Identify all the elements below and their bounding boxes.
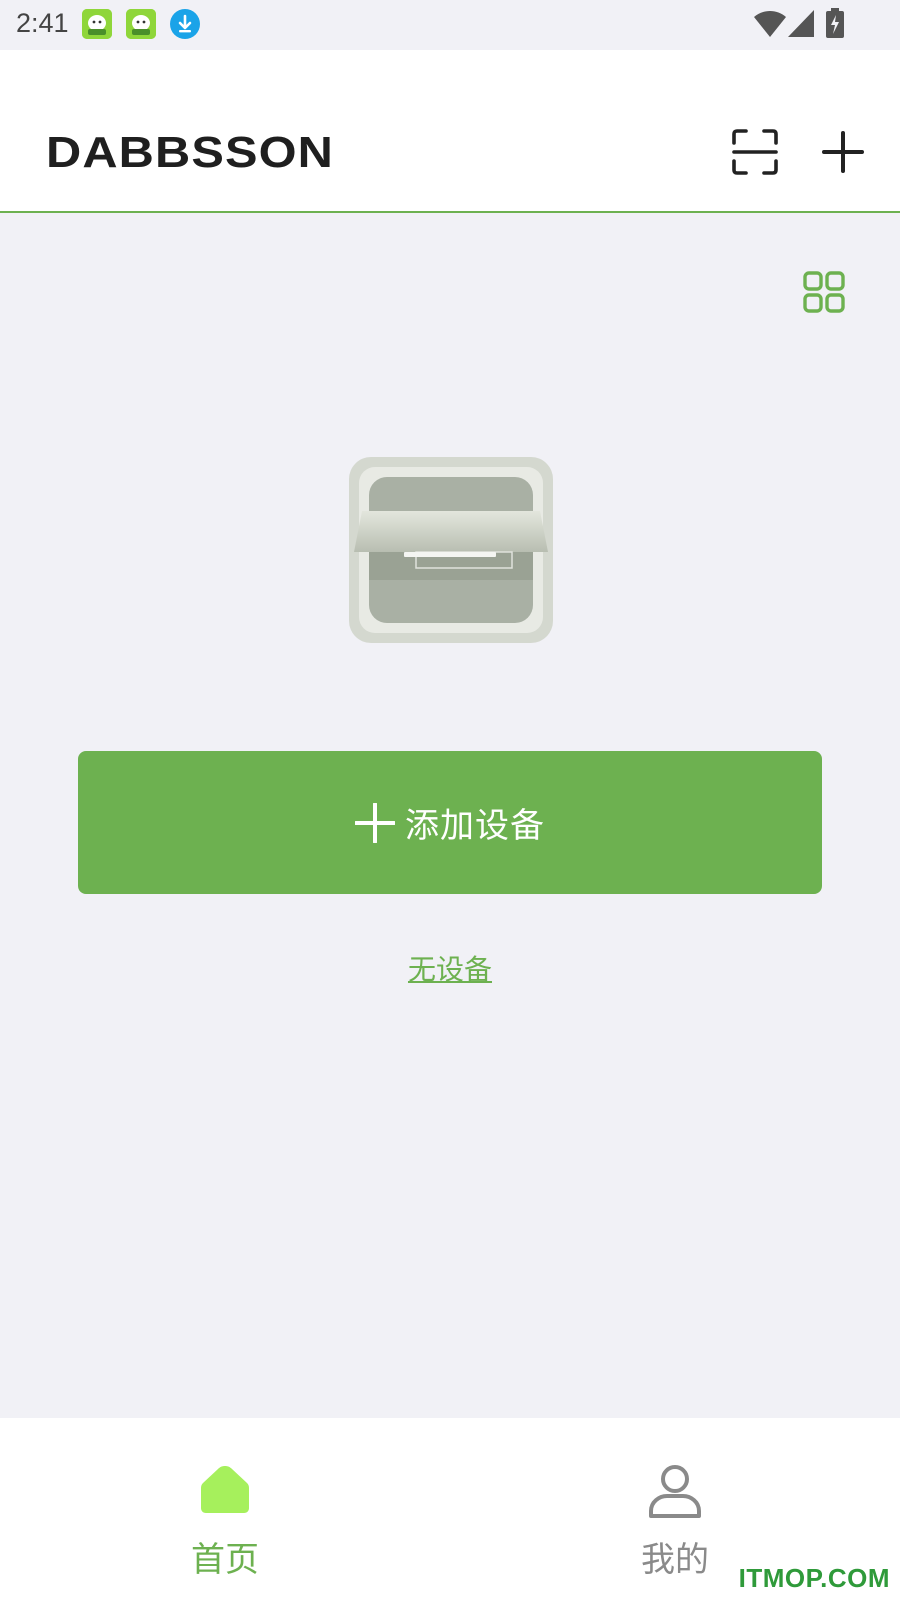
plus-icon <box>822 131 864 173</box>
add-device-label: 添加设备 <box>405 806 545 846</box>
no-device-link[interactable]: 无设备 <box>0 948 900 988</box>
battery-charging-icon <box>826 8 844 42</box>
grid-view-toggle[interactable] <box>800 268 848 316</box>
home-icon <box>201 1466 249 1513</box>
app-mascot-icon <box>126 9 156 39</box>
app-mascot-icon <box>82 9 112 39</box>
status-time: 2:41 <box>16 8 69 38</box>
add-device-button[interactable]: 添加设备 <box>78 751 822 894</box>
watermark: ITMOP.COM <box>738 1563 890 1593</box>
add-button[interactable] <box>815 124 871 180</box>
brand-logo: DABBSSON <box>46 128 336 177</box>
cell-signal-icon <box>788 10 814 42</box>
plus-icon <box>355 802 395 843</box>
app-header: DABBSSON <box>0 50 900 213</box>
status-bar: 2:41 <box>0 0 900 50</box>
scan-icon <box>732 129 778 175</box>
nav-item-home[interactable]: 首页 <box>0 1418 450 1600</box>
grid-view-icon <box>803 271 845 313</box>
logo-text: DABBSSON <box>46 129 334 173</box>
nav-label-home: 首页 <box>191 1540 259 1580</box>
user-icon <box>649 1465 701 1518</box>
scan-button[interactable] <box>727 124 783 180</box>
download-icon <box>170 9 200 39</box>
wifi-icon <box>754 10 786 42</box>
empty-device-illustration <box>348 456 554 644</box>
